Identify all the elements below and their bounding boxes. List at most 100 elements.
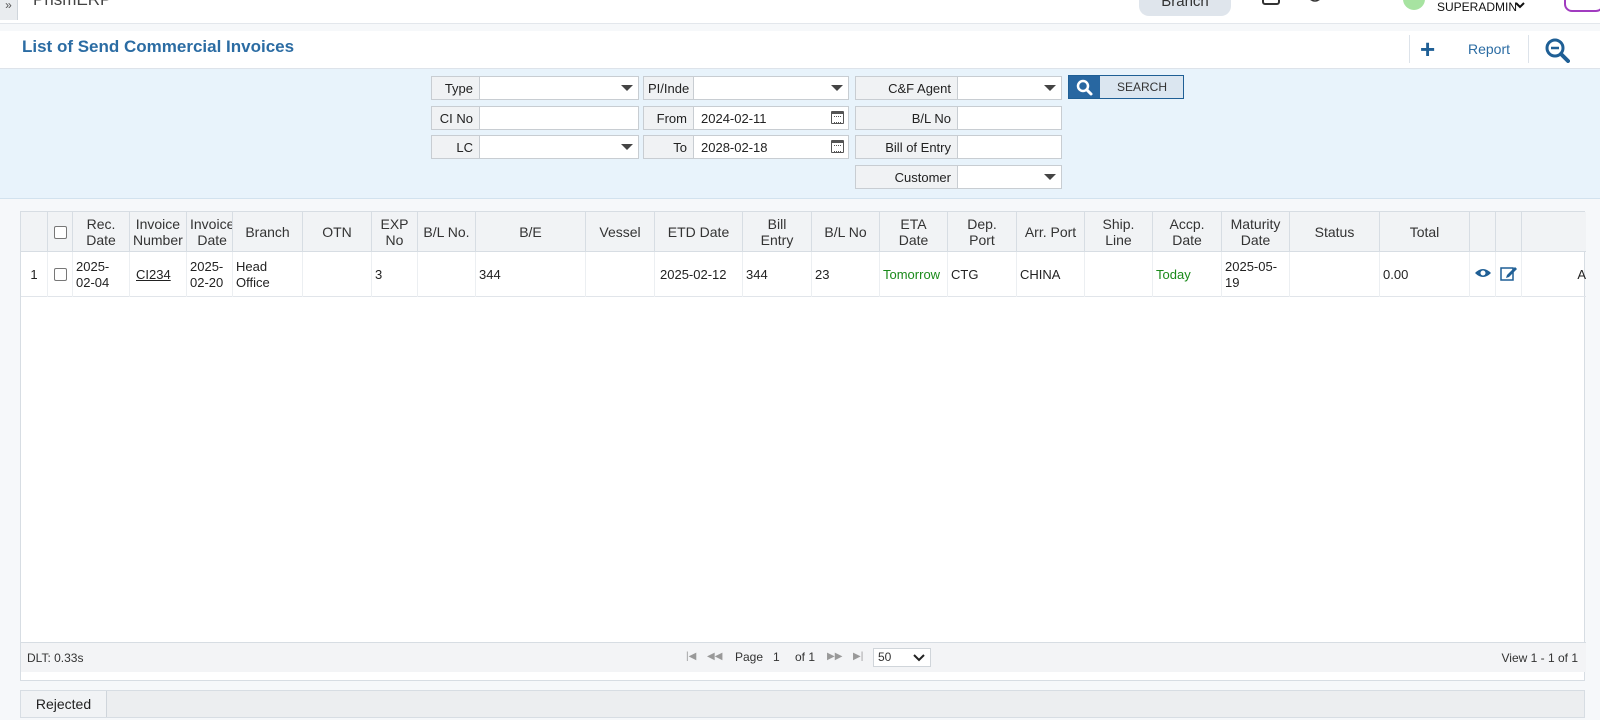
header-otn[interactable]: OTN — [303, 212, 372, 252]
chevron-down-icon[interactable] — [1044, 85, 1056, 91]
divider — [1528, 35, 1529, 63]
user-name[interactable]: SUPERADMIN — [1437, 0, 1517, 14]
calendar-icon[interactable] — [831, 140, 844, 153]
cell-select[interactable] — [48, 252, 73, 297]
page-input[interactable]: 1 — [773, 648, 789, 666]
top-navbar: » PrismERP Branch SUPERADMIN — [0, 0, 1600, 24]
page-size-select[interactable]: 50 — [873, 648, 931, 667]
chevron-down-icon[interactable] — [621, 144, 633, 150]
cell-extra: A — [1577, 266, 1586, 282]
type-select[interactable] — [479, 76, 639, 100]
status-tabs: Rejected — [20, 690, 1585, 718]
header-dep-port[interactable]: Dep. Port — [948, 212, 1017, 252]
header-be[interactable]: B/E — [476, 212, 586, 252]
to-date-input[interactable]: 2028-02-18 — [693, 135, 849, 159]
prev-page-icon[interactable]: ◀◀ — [707, 651, 722, 662]
header-rec-date[interactable]: Rec. Date — [73, 212, 130, 252]
select-all-checkbox[interactable] — [53, 225, 67, 239]
header-accp-date[interactable]: Accp. Date — [1153, 212, 1222, 252]
lc-select[interactable] — [479, 135, 639, 159]
cell-accp-date: Today — [1153, 252, 1222, 297]
chevron-down-icon[interactable] — [621, 85, 633, 91]
cell-rownum: 1 — [21, 252, 48, 297]
page-label: Page — [735, 650, 764, 664]
table-row[interactable]: 1 2025- 02-04 CI234 2025- 02-20 Head Off… — [21, 252, 1586, 297]
header-etd-date[interactable]: ETD Date — [655, 212, 743, 252]
page-header: List of Send Commercial Invoices + Repor… — [0, 31, 1600, 69]
header-status[interactable]: Status — [1290, 212, 1380, 252]
header-total[interactable]: Total — [1380, 212, 1470, 252]
cell-invoice-date: 2025- 02-20 — [187, 252, 233, 297]
cell-branch: Head Office — [233, 252, 303, 297]
cell-exp-no: 3 — [372, 252, 418, 297]
avatar[interactable] — [1403, 0, 1425, 10]
eye-icon[interactable] — [1474, 267, 1492, 283]
ci-no-input[interactable] — [479, 106, 639, 130]
from-label: From — [643, 106, 694, 130]
header-edit — [1496, 212, 1522, 252]
cell-otn — [303, 252, 372, 297]
first-page-icon[interactable]: |◀ — [686, 651, 696, 662]
cell-dep-port: CTG — [948, 252, 1017, 297]
header-vessel[interactable]: Vessel — [586, 212, 655, 252]
report-link[interactable]: Report — [1468, 41, 1510, 57]
cell-ship-line — [1085, 252, 1153, 297]
header-bl-no-1[interactable]: B/L No. — [418, 212, 476, 252]
calendar-icon[interactable] — [831, 111, 844, 124]
header-eta-date[interactable]: ETA Date — [880, 212, 948, 252]
header-ship-line[interactable]: Ship. Line — [1085, 212, 1153, 252]
cell-eta-date: Tomorrow — [880, 252, 948, 297]
chevron-down-icon[interactable] — [1515, 0, 1525, 12]
cell-be: 344 — [476, 252, 586, 297]
type-label: Type — [431, 76, 480, 100]
cell-vessel — [586, 252, 655, 297]
search-icon[interactable] — [1350, 0, 1368, 7]
bl-no-label: B/L No — [855, 106, 958, 130]
tab-rejected[interactable]: Rejected — [21, 691, 107, 717]
header-view — [1470, 212, 1496, 252]
row-checkbox[interactable] — [53, 268, 67, 281]
from-date-input[interactable]: 2024-02-11 — [693, 106, 849, 130]
pagination-bar: DLT: 0.33s |◀ ◀◀ Page 1 of 1 ▶▶ ▶| 50 Vi… — [21, 642, 1586, 672]
header-bill-entry[interactable]: Bill Entry — [743, 212, 812, 252]
search-button-label[interactable]: SEARCH — [1101, 76, 1183, 98]
chevron-down-icon[interactable] — [1044, 174, 1056, 180]
zoom-out-icon[interactable] — [1544, 37, 1570, 63]
header-select[interactable] — [48, 212, 73, 252]
branch-button[interactable]: Branch — [1139, 0, 1231, 16]
edit-icon[interactable] — [1499, 265, 1518, 285]
chevron-down-icon[interactable] — [913, 649, 925, 672]
chevron-down-icon[interactable] — [831, 85, 843, 91]
pi-indent-select[interactable] — [693, 76, 849, 100]
last-page-icon[interactable]: ▶| — [853, 651, 863, 662]
header-invoice-date[interactable]: Invoice Date — [187, 212, 233, 252]
inbox-icon[interactable] — [1262, 0, 1280, 7]
ci-no-label: CI No — [431, 106, 480, 130]
search-button[interactable]: SEARCH — [1068, 75, 1184, 99]
bill-of-entry-label: Bill of Entry — [855, 135, 958, 159]
next-page-icon[interactable]: ▶▶ — [827, 651, 842, 662]
cell-view — [1470, 252, 1496, 297]
header-bl-no-2[interactable]: B/L No — [812, 212, 880, 252]
bell-icon[interactable] — [1307, 0, 1325, 7]
bl-no-input[interactable] — [957, 106, 1062, 130]
cell-status — [1290, 252, 1380, 297]
divider — [1409, 35, 1410, 63]
header-exp-no[interactable]: EXP No — [372, 212, 418, 252]
cell-invoice-number: CI234 — [130, 252, 187, 297]
search-icon[interactable] — [1069, 76, 1100, 98]
sidebar-toggle-button[interactable]: » — [0, 0, 18, 20]
bill-of-entry-input[interactable] — [957, 135, 1062, 159]
header-branch[interactable]: Branch — [233, 212, 303, 252]
app-launcher-icon[interactable] — [1564, 0, 1600, 12]
header-invoice-number[interactable]: Invoice Number — [130, 212, 187, 252]
add-icon[interactable]: + — [1420, 35, 1435, 63]
cf-agent-label: C&F Agent — [855, 76, 958, 100]
page-total: of 1 — [795, 650, 816, 664]
invoice-number-link[interactable]: CI234 — [136, 267, 171, 283]
pi-indent-label: PI/Inde — [643, 76, 694, 100]
header-maturity-date[interactable]: Maturity Date — [1222, 212, 1290, 252]
record-count: View 1 - 1 of 1 — [1501, 651, 1579, 665]
invoice-table: Rec. Date Invoice Number Invoice Date Br… — [20, 211, 1586, 681]
header-arr-port[interactable]: Arr. Port — [1017, 212, 1085, 252]
